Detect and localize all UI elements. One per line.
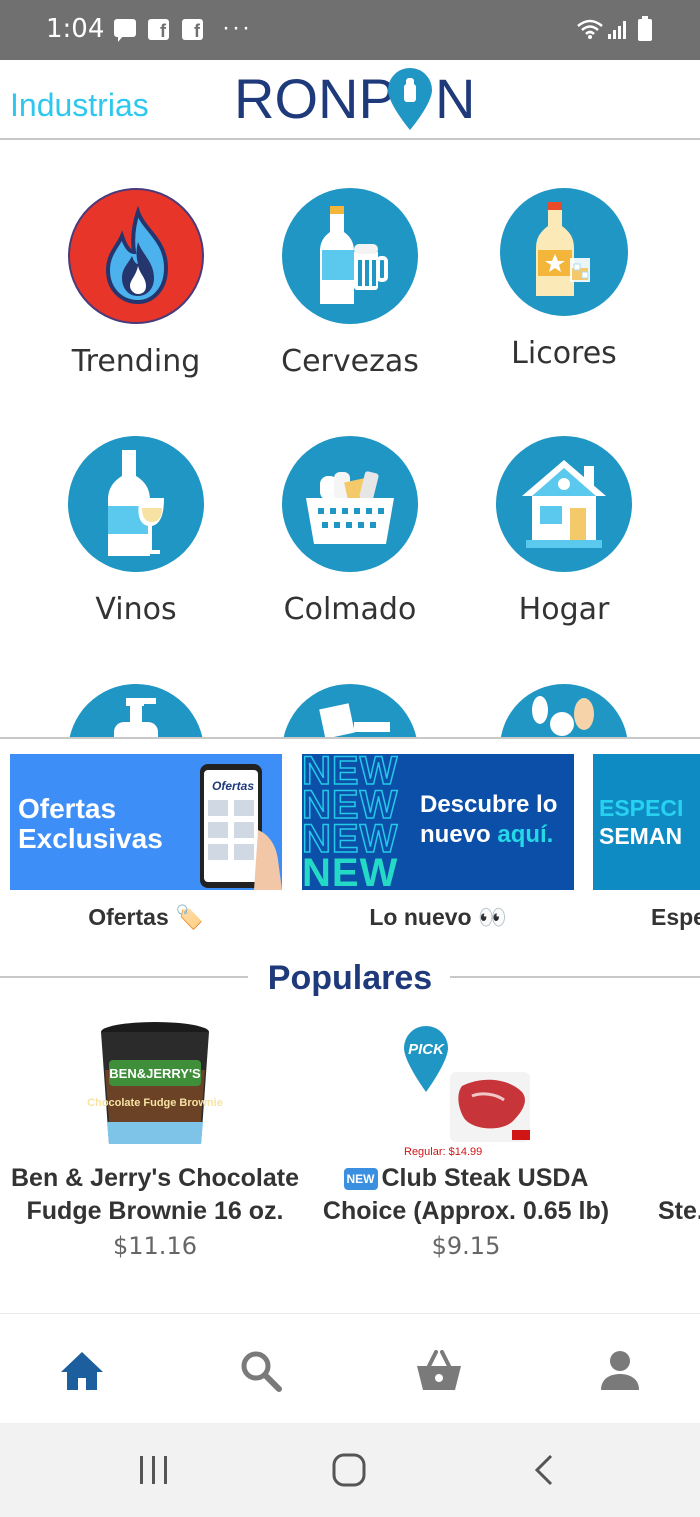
category-label: Cervezas: [281, 344, 419, 379]
banner-especiales-text: ESPECI SEMAN: [599, 794, 683, 850]
soap-dispenser-icon: [68, 684, 204, 738]
logo-text-right: N: [435, 67, 474, 130]
product-image: BEN&JERRY'S Chocolate Fudge Brownie: [5, 1010, 305, 1152]
product-card[interactable]: BEN&JERRY'S Chocolate Fudge Brownie Ben …: [5, 1010, 305, 1260]
banner-ofertas-text: Ofertas Exclusivas: [18, 794, 163, 854]
category-cervezas[interactable]: Cervezas: [243, 188, 457, 379]
recent-apps-icon[interactable]: [134, 1450, 174, 1490]
beer-icon: [282, 188, 418, 324]
category-label: Trending: [71, 344, 201, 379]
back-icon[interactable]: [525, 1450, 565, 1490]
category-cuidado-personal[interactable]: [29, 684, 243, 738]
logo-text-left: RONP: [234, 67, 396, 130]
category-hogar[interactable]: Hogar: [457, 436, 671, 627]
banner-text-line: Exclusivas: [18, 823, 163, 854]
banner-especiales[interactable]: ESPECI SEMAN: [593, 754, 700, 890]
banner-text-line: SEMAN: [599, 823, 683, 849]
flame-icon: [68, 188, 204, 324]
category-vinos[interactable]: Vinos: [29, 436, 243, 627]
house-icon: [496, 436, 632, 572]
category-mascotas[interactable]: [457, 684, 671, 738]
product-price: $9.15: [431, 1232, 501, 1260]
search-icon[interactable]: [236, 1346, 286, 1396]
banner-text-line: nuevo: [420, 821, 498, 848]
banner-label[interactable]: Lo nuevo 👀: [302, 904, 574, 931]
phone-ofertas-text: Ofertas: [212, 779, 254, 793]
category-limpieza[interactable]: [243, 684, 457, 738]
product-image: PICK Regular: $14.99: [316, 1010, 616, 1158]
phone-image: Ofertas: [200, 764, 282, 890]
promo-carousel: Ofertas Exclusivas Ofertas Ofertas 🏷️ NE…: [0, 740, 700, 960]
category-label: Vinos: [95, 592, 177, 627]
cleaning-icon: [282, 684, 418, 738]
wine-icon: [68, 436, 204, 572]
product-image: [628, 1010, 700, 1152]
system-navigation-bar: [0, 1423, 700, 1517]
populares-header: Populares: [0, 955, 700, 1005]
section-title: Populares: [267, 959, 433, 997]
category-label: Hogar: [518, 592, 610, 627]
home-button-icon[interactable]: [329, 1450, 369, 1490]
banner-text-highlight: aquí.: [497, 821, 554, 848]
signal-icon: [608, 21, 626, 39]
pet-icon: [500, 684, 628, 738]
category-label: Colmado: [283, 592, 417, 627]
product-carousel: BEN&JERRY'S Chocolate Fudge Brownie Ben …: [0, 1010, 700, 1310]
product-brand-text: BEN&JERRY'S: [109, 1066, 201, 1081]
ronpon-logo: RONP N: [234, 67, 474, 130]
home-icon[interactable]: [57, 1346, 107, 1396]
facebook-icon: f: [182, 19, 203, 40]
liquor-icon: [500, 188, 628, 316]
banner-text-line: ESPECI: [599, 795, 684, 821]
cart-icon[interactable]: [414, 1346, 464, 1396]
product-flavor-text: Chocolate Fudge Brownie: [87, 1097, 223, 1109]
banner-text-line: Descubre lo: [420, 791, 558, 818]
category-licores[interactable]: Licores: [457, 188, 671, 371]
product-price: $11.16: [113, 1232, 197, 1260]
product-name: Ben & Jerry's Chocolate Fudge Brownie 16…: [11, 1164, 299, 1225]
status-bar: 1:04 f f ···: [0, 0, 700, 60]
pick-label: PICK: [408, 1041, 445, 1058]
product-name: Ste... (: [658, 1197, 700, 1225]
category-label: Licores: [511, 336, 617, 371]
industrias-link[interactable]: Industrias: [10, 87, 149, 124]
battery-icon: [638, 16, 652, 41]
message-icon: [114, 19, 136, 42]
category-grid: Trending Cervezas Licores Vinos Colmado …: [0, 140, 700, 738]
banner-ofertas[interactable]: Ofertas Exclusivas Ofertas: [10, 754, 282, 890]
more-notifications-icon: ···: [222, 14, 252, 41]
divider: [0, 737, 700, 739]
regular-price: Regular: $14.99: [404, 1146, 483, 1158]
banner-lo-nuevo[interactable]: NEW NEW NEW NEW Descubre lo nuevo aquí.: [302, 754, 574, 890]
banner-new-word: NEW: [302, 851, 399, 890]
bottom-navigation: [0, 1313, 700, 1423]
banner-lo-nuevo-text: Descubre lo nuevo aquí.: [420, 790, 557, 850]
user-icon[interactable]: [595, 1346, 645, 1396]
banner-label[interactable]: Ofertas 🏷️: [10, 904, 282, 931]
new-badge: NEW: [343, 1168, 378, 1191]
product-card[interactable]: Ste... (: [628, 1010, 700, 1228]
product-name: NEW Club Steak USDA Choice (Approx. 0.65 …: [316, 1162, 616, 1228]
category-colmado[interactable]: Colmado: [243, 436, 457, 627]
product-card[interactable]: PICK Regular: $14.99 NEW Club Steak USDA …: [316, 1010, 616, 1260]
banner-label[interactable]: Espe: [593, 904, 700, 931]
banner-text-line: Ofertas: [18, 793, 117, 824]
facebook-icon: f: [148, 19, 169, 40]
wifi-icon: [577, 19, 603, 39]
category-trending[interactable]: Trending: [29, 188, 243, 379]
status-time: 1:04: [46, 14, 105, 44]
app-header: Industrias RONP N: [0, 60, 700, 140]
basket-icon: [282, 436, 418, 572]
